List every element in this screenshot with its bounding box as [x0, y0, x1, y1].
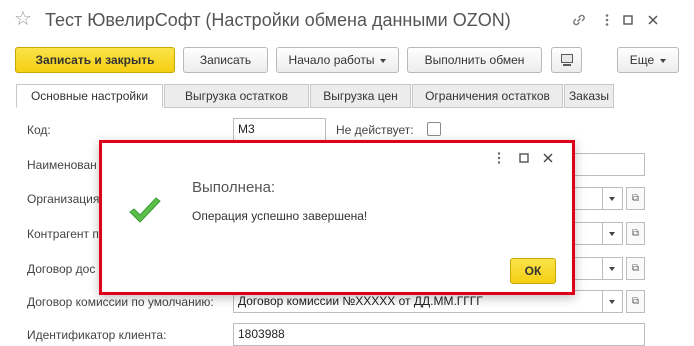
- start-work-button[interactable]: Начало работы: [276, 47, 399, 73]
- link-icon[interactable]: [571, 12, 587, 28]
- contract-open-button[interactable]: ⧉: [626, 257, 645, 280]
- chevron-down-icon: [660, 58, 667, 63]
- window-title: Тест ЮвелирСофт (Настройки обмена данным…: [45, 10, 511, 30]
- chevron-down-icon: [609, 197, 615, 201]
- commission-contract-label: Договор комиссии по умолчанию:: [27, 295, 214, 309]
- inactive-label: Не действует:: [336, 123, 414, 137]
- more-icon[interactable]: [497, 152, 501, 164]
- maximize-icon[interactable]: [620, 12, 636, 28]
- organization-open-button[interactable]: ⧉: [626, 187, 645, 210]
- dialog-message: Операция успешно завершена!: [192, 209, 368, 223]
- contractor-open-button[interactable]: ⧉: [626, 222, 645, 245]
- more-button[interactable]: Еще: [617, 47, 679, 73]
- success-dialog: Выполнена: Операция успешно завершена! О…: [99, 140, 575, 295]
- inactive-checkbox[interactable]: [427, 122, 441, 136]
- run-exchange-button[interactable]: Выполнить обмен: [407, 47, 542, 73]
- computer-button[interactable]: [551, 47, 582, 73]
- dialog-controls: [484, 151, 564, 165]
- commission-contract-dropdown[interactable]: [602, 290, 623, 313]
- contract-dropdown[interactable]: [602, 257, 623, 280]
- ok-button[interactable]: ОК: [510, 258, 556, 284]
- tab-stock-export[interactable]: Выгрузка остатков: [164, 84, 309, 108]
- tab-main-settings[interactable]: Основные настройки: [16, 84, 163, 108]
- more-label: Еще: [629, 53, 655, 67]
- star-icon[interactable]: ☆: [14, 9, 32, 29]
- window-titlebar: ☆ Тест ЮвелирСофт (Настройки обмена данн…: [0, 0, 694, 40]
- code-label: Код:: [27, 123, 51, 137]
- close-icon[interactable]: [645, 12, 661, 28]
- toolbar: Записать и закрыть Записать Начало работ…: [0, 44, 694, 76]
- tab-price-export[interactable]: Выгрузка цен: [310, 84, 411, 108]
- chevron-down-icon: [609, 267, 615, 271]
- commission-contract-open-button[interactable]: ⧉: [626, 290, 645, 313]
- chevron-down-icon: [380, 58, 387, 63]
- monitor-icon: [560, 54, 573, 66]
- contract-label: Договор дос: [27, 262, 96, 276]
- name-label: Наименован: [27, 158, 97, 172]
- tab-bar: Основные настройки Выгрузка остатков Выг…: [16, 84, 686, 108]
- organization-label: Организация: [27, 192, 100, 206]
- close-icon[interactable]: [543, 153, 553, 163]
- start-work-label: Начало работы: [288, 53, 375, 67]
- chevron-down-icon: [609, 300, 615, 304]
- more-icon[interactable]: [599, 12, 615, 28]
- chevron-down-icon: [609, 232, 615, 236]
- client-id-label: Идентификатор клиента:: [27, 328, 167, 342]
- contractor-dropdown[interactable]: [602, 222, 623, 245]
- contractor-label: Контрагент п: [27, 227, 99, 241]
- save-and-close-button[interactable]: Записать и закрыть: [15, 47, 175, 73]
- tab-orders[interactable]: Заказы: [564, 84, 614, 108]
- dialog-title: Выполнена:: [192, 179, 276, 196]
- maximize-icon[interactable]: [519, 153, 529, 163]
- code-field[interactable]: М3: [233, 118, 326, 141]
- checkmark-icon: [129, 197, 161, 223]
- tab-stock-limits[interactable]: Ограничения остатков: [412, 84, 563, 108]
- save-button[interactable]: Записать: [183, 47, 268, 73]
- organization-dropdown[interactable]: [602, 187, 623, 210]
- client-id-field[interactable]: 1803988: [233, 323, 645, 346]
